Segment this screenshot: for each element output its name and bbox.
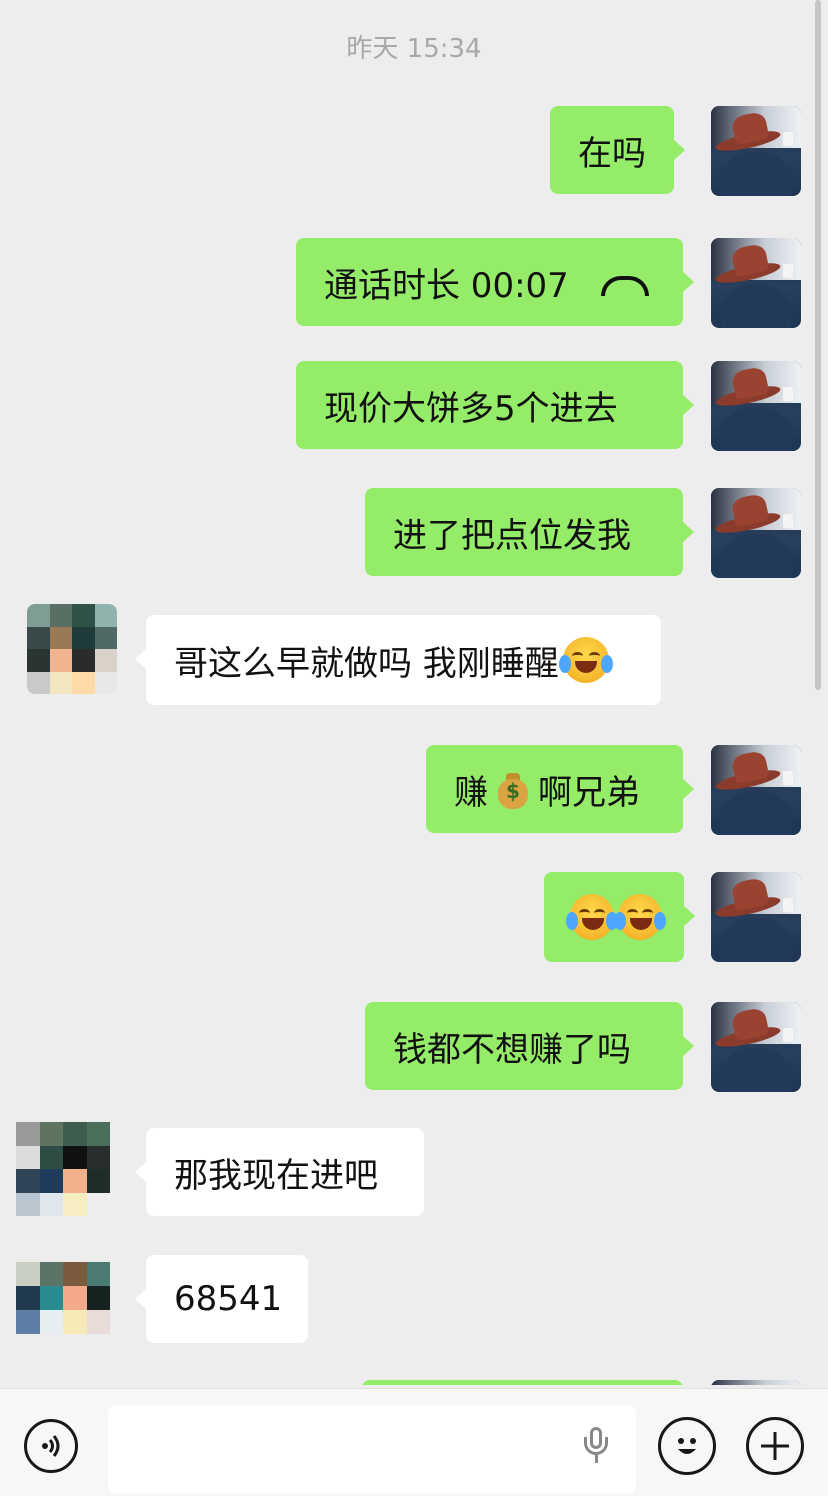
emoji-icon[interactable]	[658, 1417, 716, 1475]
crying-laughing-emoji	[558, 637, 613, 683]
call-record-bubble[interactable]: 通话时长 00:07	[296, 238, 694, 326]
contact-avatar[interactable]	[27, 604, 117, 694]
call-duration-text: 通话时长 00:07	[324, 265, 569, 306]
message-bubble-received[interactable]: 68541	[135, 1255, 308, 1343]
my-avatar[interactable]	[711, 238, 801, 328]
input-toolbar	[0, 1388, 828, 1496]
message-text: 68541	[174, 1279, 283, 1319]
message-text: 进了把点位发我	[393, 515, 631, 556]
message-bubble-sent[interactable]: 钱都不想赚了吗	[365, 1002, 694, 1090]
voice-wave-icon	[42, 1435, 60, 1457]
contact-avatar[interactable]	[16, 1262, 110, 1334]
message-bubble-sent[interactable]: 进了把点位发我	[365, 488, 694, 576]
my-avatar[interactable]	[711, 745, 801, 835]
crying-laughing-emoji	[614, 894, 666, 940]
message-text: 在吗	[578, 133, 646, 174]
chat-area[interactable]: 昨天 15:34 在吗 通话时长 00:07 现价大饼多5个进去 进了把点位发我…	[0, 0, 828, 1385]
plus-icon[interactable]	[746, 1417, 804, 1475]
message-text: 那我现在进吧	[174, 1155, 378, 1196]
message-text: 啊兄弟	[538, 772, 640, 813]
contact-avatar[interactable]	[16, 1122, 110, 1216]
my-avatar[interactable]	[711, 1002, 801, 1092]
plus-glyph-icon	[761, 1432, 789, 1460]
my-avatar[interactable]	[711, 488, 801, 578]
message-bubble-sent[interactable]: 在吗	[550, 106, 685, 194]
money-bag-emoji: $	[496, 769, 530, 809]
my-avatar[interactable]	[711, 872, 801, 962]
message-timestamp: 昨天 15:34	[346, 34, 482, 64]
message-bubble-sent[interactable]: 现价大饼多5个进去	[296, 361, 694, 449]
message-text: 钱都不想赚了吗	[393, 1029, 631, 1070]
my-avatar[interactable]	[711, 1380, 801, 1385]
message-text: 现价大饼多5个进去	[324, 388, 618, 429]
phone-hangup-icon	[600, 276, 649, 296]
message-bubble-sent[interactable]: 赚 $ 啊兄弟	[426, 745, 694, 833]
message-bubble-sent[interactable]	[544, 872, 695, 962]
crying-laughing-emoji	[566, 894, 618, 940]
scrollbar[interactable]	[815, 0, 821, 690]
voice-icon[interactable]	[24, 1419, 78, 1473]
message-bubble-sent-partial[interactable]	[362, 1380, 683, 1385]
message-text: 赚	[454, 772, 488, 813]
my-avatar[interactable]	[711, 106, 801, 196]
message-bubble-received[interactable]: 哥这么早就做吗 我刚睡醒	[135, 615, 661, 705]
message-text: 哥这么早就做吗 我刚睡醒	[174, 643, 559, 684]
my-avatar[interactable]	[711, 361, 801, 451]
microphone-icon[interactable]	[583, 1427, 609, 1467]
smiley-icon	[678, 1438, 696, 1454]
message-input[interactable]	[108, 1405, 636, 1493]
message-bubble-received[interactable]: 那我现在进吧	[135, 1128, 424, 1216]
